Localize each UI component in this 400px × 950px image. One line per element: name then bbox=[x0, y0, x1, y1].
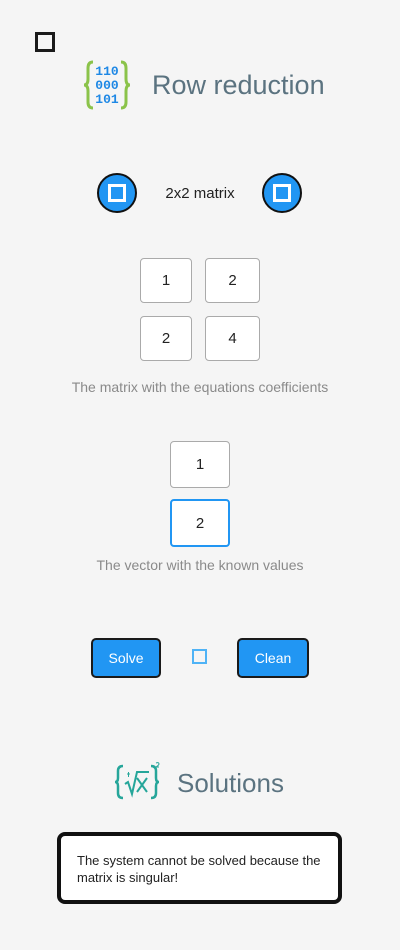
matrix-cell-2-1[interactable]: 2 bbox=[140, 316, 192, 361]
logo-row-3: 101 bbox=[95, 92, 119, 107]
square-icon bbox=[108, 184, 126, 202]
logo-row-1: 110 bbox=[95, 64, 119, 79]
square-icon bbox=[273, 184, 291, 202]
menu-square-icon[interactable] bbox=[35, 32, 55, 52]
binary-matrix-icon: 110 000 101 bbox=[83, 60, 131, 110]
solution-result-box: The system cannot be solved because the … bbox=[57, 832, 342, 904]
decrease-size-button[interactable] bbox=[97, 173, 137, 213]
matrix-cell-2-2[interactable]: 4 bbox=[205, 316, 260, 361]
logo-row-2: 000 bbox=[95, 78, 119, 93]
matrix-cell-1-1[interactable]: 1 bbox=[140, 258, 192, 303]
matrix-cell-1-2[interactable]: 2 bbox=[205, 258, 260, 303]
vector-cell-2[interactable]: 2 bbox=[170, 499, 230, 547]
vector-cell-1[interactable]: 1 bbox=[170, 441, 230, 488]
vector-caption: The vector with the known values bbox=[96, 557, 304, 573]
page-title: Row reduction bbox=[152, 70, 325, 100]
root-formula-icon bbox=[115, 762, 160, 800]
solution-message: The system cannot be solved because the … bbox=[77, 853, 321, 885]
clean-button[interactable]: Clean bbox=[237, 638, 309, 678]
square-icon bbox=[192, 649, 207, 664]
matrix-caption: The matrix with the equations coefficien… bbox=[71, 379, 329, 395]
matrix-size-label: 2x2 matrix bbox=[165, 185, 235, 202]
solutions-title: Solutions bbox=[177, 768, 284, 798]
solve-button[interactable]: Solve bbox=[91, 638, 161, 678]
increase-size-button[interactable] bbox=[262, 173, 302, 213]
